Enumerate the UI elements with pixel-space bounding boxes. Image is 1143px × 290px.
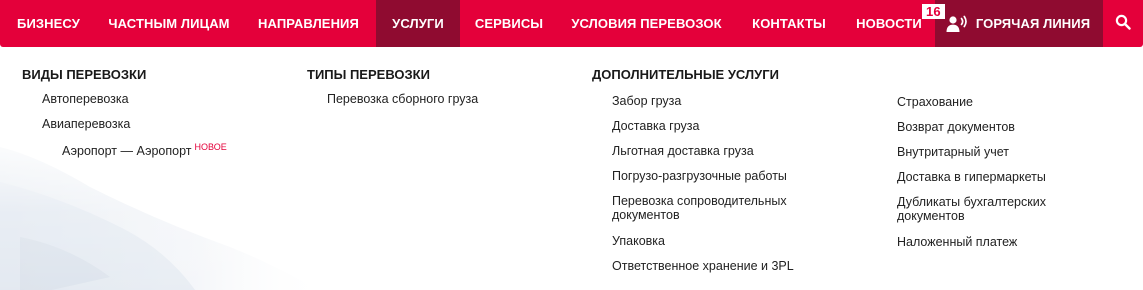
nav-online-services[interactable]: СЕРВИСЫ	[460, 0, 558, 47]
nav-services[interactable]: УСЛУГИ	[376, 0, 460, 47]
menu-link-hypermarket-delivery[interactable]: Доставка в гипермаркеты	[897, 170, 1097, 195]
hotline-label: ГОРЯЧАЯ ЛИНИЯ	[975, 16, 1091, 31]
headset-person-icon	[946, 15, 968, 33]
search-icon	[1115, 14, 1131, 33]
extra-services-right-list: Страхование Возврат документов Внутритар…	[897, 95, 1097, 260]
transport-types-column: ТИПЫ ПЕРЕВОЗКИ Перевозка сборного груза	[307, 67, 567, 117]
menu-link-loading-works[interactable]: Погрузо-разгрузочные работы	[612, 169, 822, 194]
search-button[interactable]	[1103, 0, 1143, 47]
menu-link-documents-return[interactable]: Возврат документов	[897, 120, 1097, 145]
menu-link-documents-transport[interactable]: Перевозка сопроводительных документов	[612, 194, 822, 234]
extra-services-left-list: Забор груза Доставка груза Льготная дост…	[612, 94, 822, 284]
airport-airport-label: Аэропорт — Аэропорт	[62, 144, 192, 159]
menu-link-storage-3pl[interactable]: Ответственное хранение и 3PL	[612, 259, 822, 284]
nav-individuals[interactable]: ЧАСТНЫМ ЛИЦАМ	[97, 0, 241, 47]
menu-link-inner-accounting[interactable]: Внутритарный учет	[897, 145, 1097, 170]
nav-directions[interactable]: НАПРАВЛЕНИЯ	[241, 0, 376, 47]
news-count-badge: 16	[922, 4, 945, 19]
hotline-button[interactable]: 16 ГОРЯЧАЯ ЛИНИЯ	[922, 0, 1103, 47]
menu-link-avia[interactable]: Авиаперевозка	[42, 117, 282, 142]
menu-link-auto[interactable]: Автоперевозка	[42, 92, 282, 117]
menu-link-consolidated-cargo[interactable]: Перевозка сборного груза	[327, 92, 567, 117]
menu-link-cash-on-delivery[interactable]: Наложенный платеж	[897, 235, 1097, 260]
nav-transport-conditions[interactable]: УСЛОВИЯ ПЕРЕВОЗОК	[558, 0, 735, 47]
menu-link-cargo-pickup[interactable]: Забор груза	[612, 94, 822, 119]
main-navbar: БИЗНЕСУ ЧАСТНЫМ ЛИЦАМ НАПРАВЛЕНИЯ УСЛУГИ…	[0, 0, 1143, 47]
extra-services-column: ДОПОЛНИТЕЛЬНЫЕ УСЛУГИ	[592, 67, 1132, 82]
menu-link-insurance[interactable]: Страхование	[897, 95, 1097, 120]
transport-types-heading: ТИПЫ ПЕРЕВОЗКИ	[307, 67, 430, 82]
menu-link-cargo-delivery[interactable]: Доставка груза	[612, 119, 822, 144]
extra-services-heading: ДОПОЛНИТЕЛЬНЫЕ УСЛУГИ	[592, 67, 779, 82]
menu-link-discount-delivery[interactable]: Льготная доставка груза	[612, 144, 822, 169]
new-badge: НОВОЕ	[194, 142, 227, 152]
nav-business[interactable]: БИЗНЕСУ	[0, 0, 97, 47]
services-dropdown: ВИДЫ ПЕРЕВОЗКИ Автоперевозка Авиаперевоз…	[0, 47, 1143, 290]
nav-contacts[interactable]: КОНТАКТЫ	[735, 0, 843, 47]
transport-kinds-heading: ВИДЫ ПЕРЕВОЗКИ	[22, 67, 147, 82]
menu-link-accounting-duplicates[interactable]: Дубликаты бухгалтерских документов	[897, 195, 1097, 235]
transport-kinds-column: ВИДЫ ПЕРЕВОЗКИ Автоперевозка Авиаперевоз…	[22, 67, 282, 167]
menu-link-packaging[interactable]: Упаковка	[612, 234, 822, 259]
menu-link-airport-airport[interactable]: Аэропорт — Аэропорт НОВОЕ	[42, 142, 282, 167]
